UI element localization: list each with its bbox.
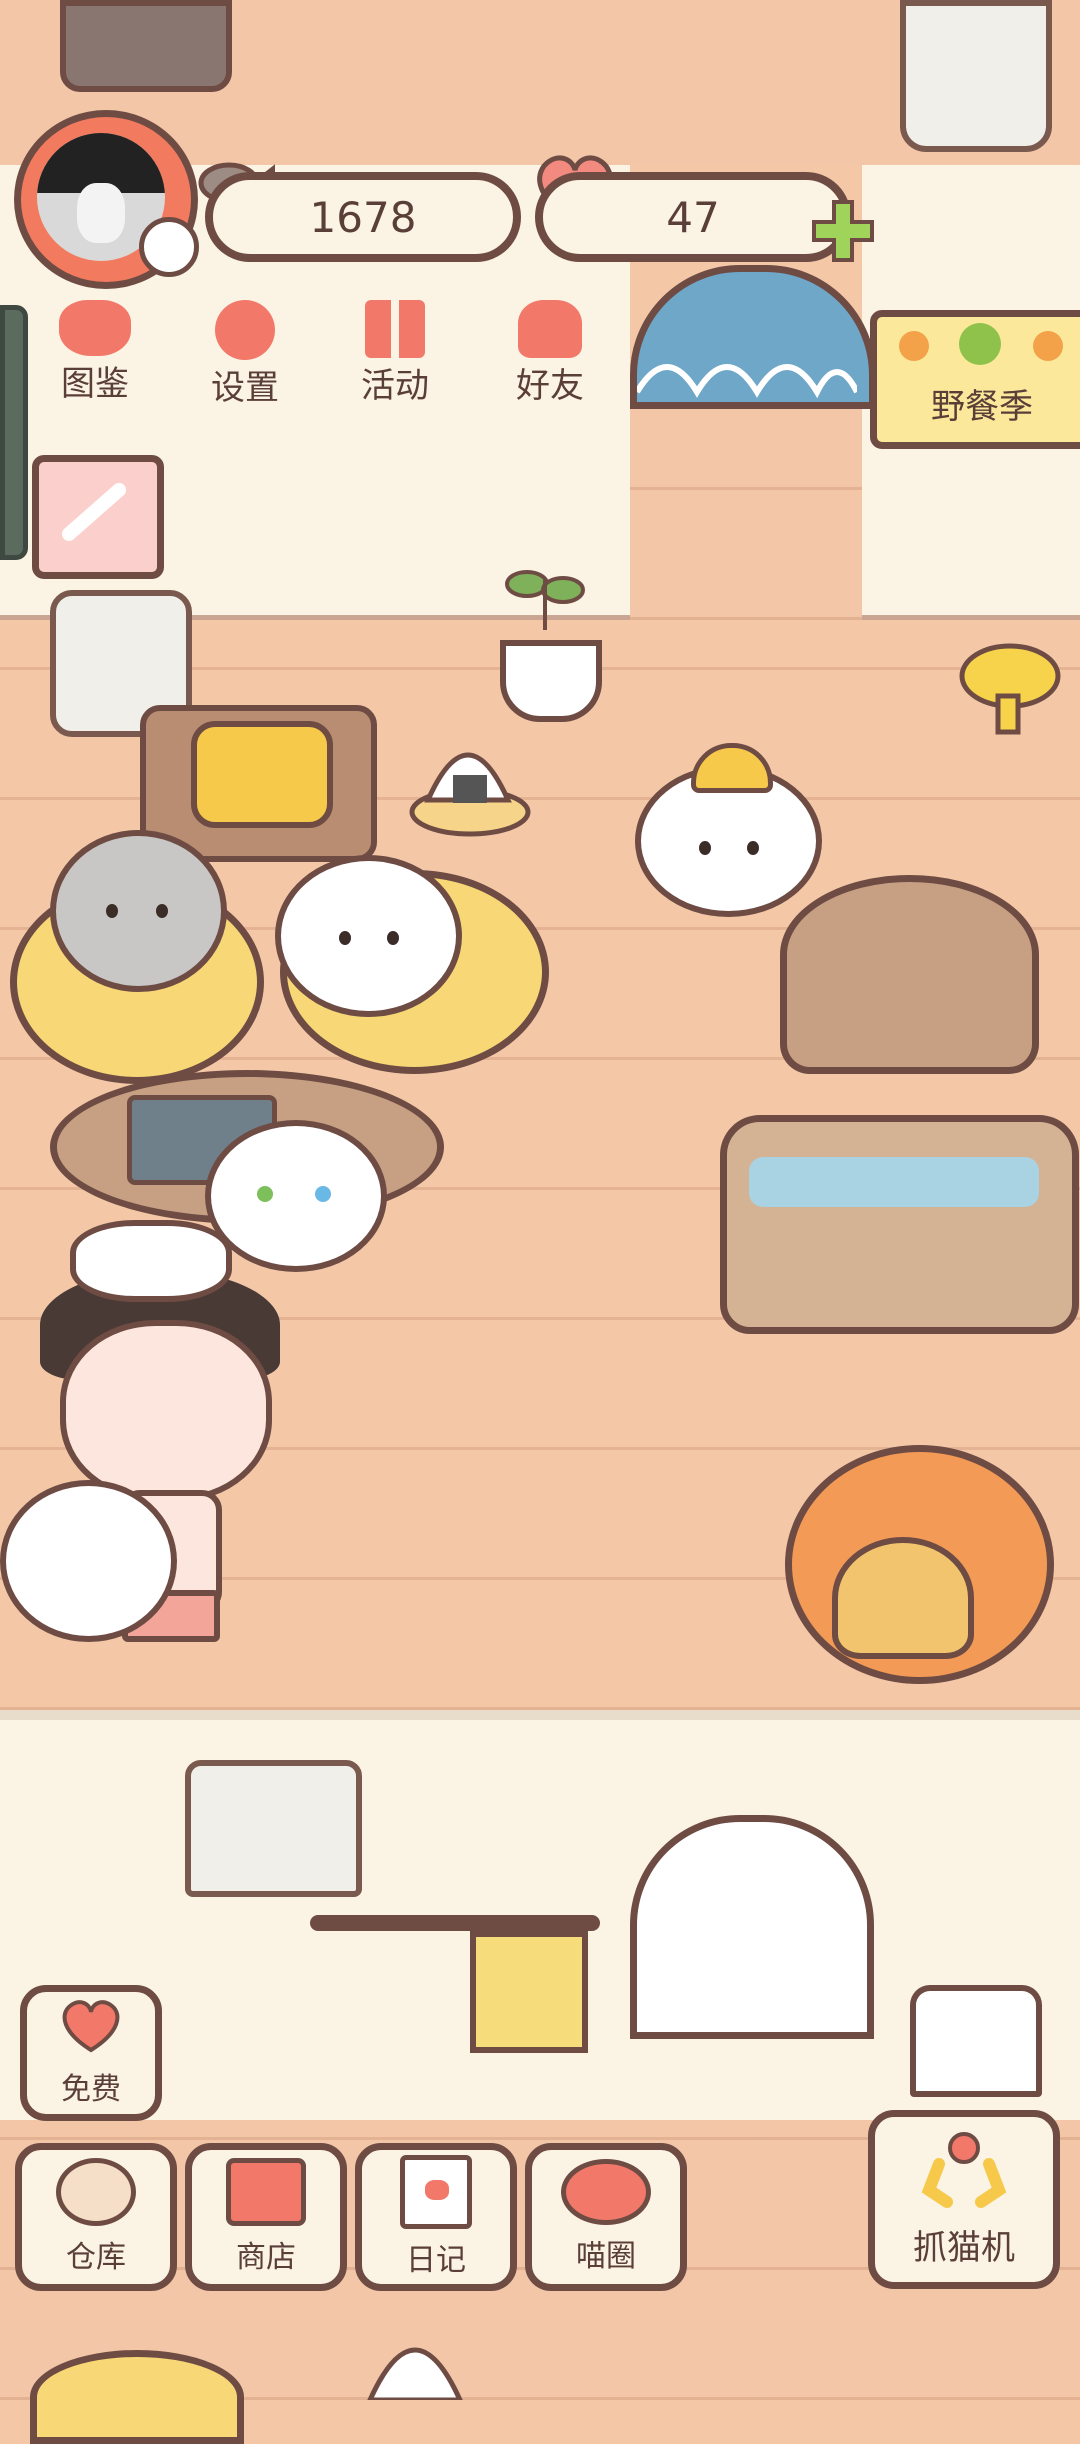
range-hood (185, 1760, 362, 1897)
cat-on-head (70, 1220, 232, 1302)
gift-icon (365, 300, 425, 358)
bottom-rice-ball (350, 2310, 480, 2403)
doorway-curtain (630, 265, 876, 409)
add-hearts-button[interactable] (810, 198, 876, 264)
cat-with-cap[interactable] (635, 743, 822, 917)
claw-machine-button[interactable]: 抓猫机 (868, 2110, 1060, 2289)
wooden-tub (780, 875, 1039, 1074)
events-button[interactable]: 活动 (340, 300, 450, 407)
flower-icon (1033, 331, 1063, 361)
cat-gray-spots[interactable] (275, 855, 462, 1017)
coin-count: 1678 (309, 192, 417, 242)
catalog-label: 图鉴 (61, 364, 129, 404)
trash-bin (900, 0, 1052, 152)
gear-icon (215, 300, 275, 360)
cat-head-icon (59, 300, 131, 356)
meow-circle-label: 喵圈 (576, 2239, 636, 2274)
plant-leaves (505, 560, 585, 630)
friends-label: 好友 (516, 366, 584, 406)
cat-shark-hat[interactable] (50, 830, 227, 992)
shop-label: 商店 (236, 2240, 296, 2275)
free-label: 免费 (61, 2072, 121, 2107)
settings-button[interactable]: 设置 (190, 300, 300, 409)
plant-pot (500, 640, 602, 722)
friends-icon (518, 300, 582, 358)
coin-counter: 1678 (205, 172, 521, 262)
diary-label: 日记 (406, 2243, 466, 2278)
catalog-button[interactable]: 图鉴 (40, 300, 150, 405)
storage-label: 仓库 (66, 2240, 126, 2275)
storage-button[interactable]: 仓库 (15, 2143, 177, 2291)
heart-counter: 47 (535, 172, 851, 262)
claw-machine-top (910, 1985, 1042, 2097)
white-curtain-door (630, 1815, 874, 2039)
character-face (60, 1320, 272, 1502)
diary-book-icon (400, 2155, 472, 2229)
bag-decoration (60, 0, 232, 92)
telephone-icon (191, 721, 333, 828)
friends-button[interactable]: 好友 (495, 300, 605, 407)
season-sign-label: 野餐季 (931, 387, 1033, 427)
cat-planet-icon (561, 2159, 651, 2225)
rice-ball-plate (408, 720, 533, 840)
bath-tub (720, 1115, 1079, 1334)
diary-button[interactable]: 日记 (355, 2143, 517, 2291)
settings-label: 设置 (211, 368, 279, 408)
bottom-beanbag (30, 2350, 244, 2444)
cat-calico[interactable] (0, 1480, 177, 1642)
heart-count: 47 (666, 192, 720, 242)
shop-button[interactable]: 商店 (185, 2143, 347, 2291)
apple-icon (959, 323, 1001, 365)
meow-circle-button[interactable]: 喵圈 (525, 2143, 687, 2291)
avatar[interactable] (14, 110, 199, 289)
shop-icon (226, 2158, 306, 2226)
free-gift-button[interactable]: 免费 (20, 1985, 162, 2121)
towel-rack (310, 1915, 600, 2053)
claw-icon (919, 2130, 1009, 2214)
season-sign[interactable]: 野餐季 (870, 310, 1080, 449)
orange-cat-house (785, 1445, 1054, 1684)
events-label: 活动 (361, 366, 429, 406)
doorway-floor (630, 380, 862, 620)
calendar-pencil-icon[interactable] (32, 455, 164, 579)
heart-icon (56, 1998, 126, 2058)
storage-box-icon (56, 2158, 136, 2226)
bunny-icon (139, 217, 199, 277)
claw-machine-label: 抓猫机 (913, 2228, 1015, 2268)
side-drawer-tab[interactable] (0, 305, 28, 560)
flower-icon (899, 331, 929, 361)
hair-dryer (950, 640, 1065, 740)
